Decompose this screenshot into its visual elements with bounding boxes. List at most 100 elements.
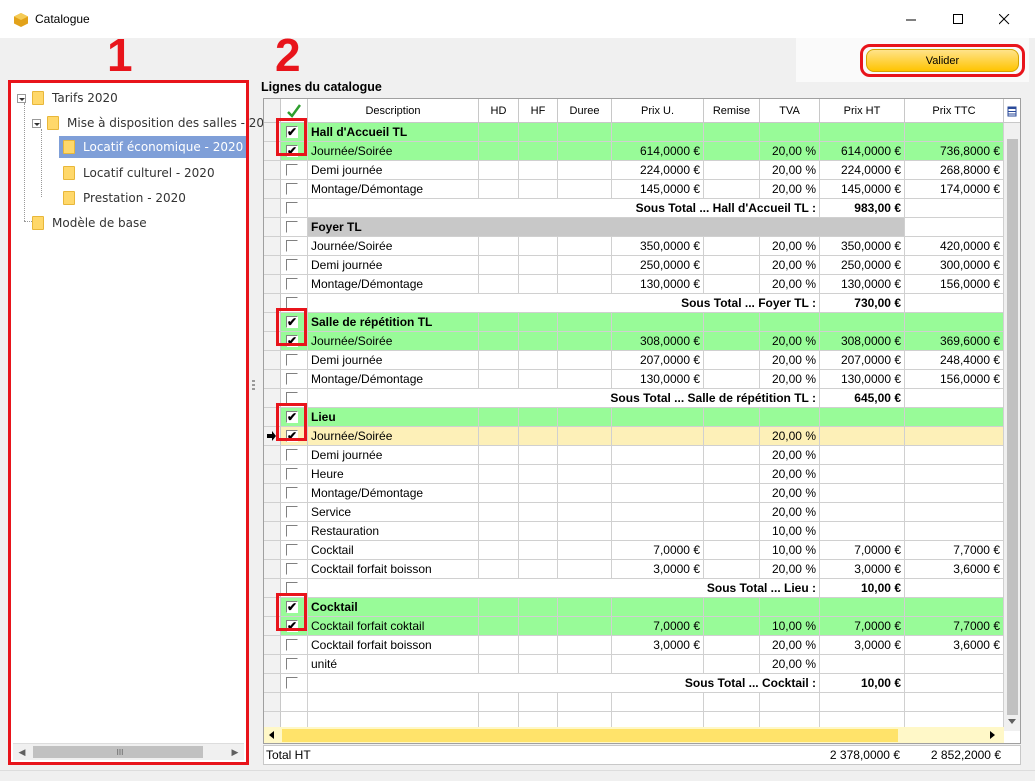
cell-remise[interactable]: [704, 275, 760, 294]
cell-prix-u[interactable]: [612, 408, 704, 427]
checkbox-cell[interactable]: [281, 655, 308, 674]
cell-tva[interactable]: 20,00 %: [760, 351, 820, 370]
cell-hf[interactable]: [519, 503, 558, 522]
cell-prix-ttc[interactable]: [905, 427, 1004, 446]
column-header-remise[interactable]: Remise: [704, 99, 760, 123]
row-selector[interactable]: [264, 294, 281, 313]
row-selector[interactable]: [264, 579, 281, 598]
cell-tva[interactable]: 20,00 %: [760, 465, 820, 484]
row-checkbox[interactable]: [286, 183, 299, 196]
cell-prix-u[interactable]: [612, 427, 704, 446]
cell-tva[interactable]: [760, 313, 820, 332]
cell-prix-ttc[interactable]: 248,4000 €: [905, 351, 1004, 370]
cell-tva[interactable]: 20,00 %: [760, 237, 820, 256]
cell-tva[interactable]: 20,00 %: [760, 484, 820, 503]
row-selector[interactable]: [264, 503, 281, 522]
row-checkbox[interactable]: [286, 677, 299, 690]
cell-prix-ht[interactable]: 614,0000 €: [820, 142, 905, 161]
cell-prix-ttc[interactable]: [905, 123, 1004, 142]
cell-hd[interactable]: [479, 598, 519, 617]
cell-hd[interactable]: [479, 655, 519, 674]
cell-prix-ttc[interactable]: 268,8000 €: [905, 161, 1004, 180]
cell-desc[interactable]: Lieu: [308, 408, 479, 427]
cell-prix-ttc[interactable]: [905, 598, 1004, 617]
scroll-left-icon[interactable]: [269, 731, 275, 740]
cell-tva[interactable]: 20,00 %: [760, 142, 820, 161]
row-checkbox[interactable]: [286, 658, 299, 671]
table-row[interactable]: Restauration 10,00 %: [264, 522, 1004, 541]
cell-prix-ht[interactable]: [820, 503, 905, 522]
panel-splitter[interactable]: [252, 380, 256, 400]
cell-prix-ttc[interactable]: 736,8000 €: [905, 142, 1004, 161]
minimize-button[interactable]: [888, 4, 934, 34]
row-selector[interactable]: [264, 522, 281, 541]
column-chooser-button[interactable]: [1004, 99, 1020, 123]
cell-hf[interactable]: [519, 617, 558, 636]
cell-prix-u[interactable]: [612, 522, 704, 541]
cell-tva[interactable]: [760, 123, 820, 142]
checkbox-cell[interactable]: ✔: [281, 142, 308, 161]
cell-desc[interactable]: Demi journée: [308, 351, 479, 370]
row-selector[interactable]: [264, 465, 281, 484]
row-checkbox[interactable]: ✔: [286, 410, 299, 424]
checkbox-cell[interactable]: [281, 161, 308, 180]
cell-prix-ttc[interactable]: [905, 313, 1004, 332]
cell-hf[interactable]: [519, 484, 558, 503]
cell-desc[interactable]: Cocktail forfait boisson: [308, 560, 479, 579]
cell-duree[interactable]: [558, 275, 612, 294]
row-selector[interactable]: [264, 199, 281, 218]
cell-remise[interactable]: [704, 161, 760, 180]
cell-hf[interactable]: [519, 598, 558, 617]
cell-prix-u[interactable]: [612, 484, 704, 503]
checkbox-cell[interactable]: [281, 446, 308, 465]
cell-hd[interactable]: [479, 180, 519, 199]
close-button[interactable]: [981, 4, 1027, 34]
checkbox-cell[interactable]: [281, 294, 308, 313]
group-row[interactable]: ✔ Cocktail: [264, 598, 1004, 617]
table-row[interactable]: ✔ Journée/Soirée 614,0000 €20,00 % 614,0000…: [264, 142, 1004, 161]
cell-prix-ht[interactable]: 145,0000 €: [820, 180, 905, 199]
cell-hf[interactable]: [519, 522, 558, 541]
table-row[interactable]: ✔ Journée/Soirée 308,0000 €20,00 % 308,0000…: [264, 332, 1004, 351]
row-selector[interactable]: [264, 218, 281, 237]
cell-hf[interactable]: [519, 332, 558, 351]
cell-duree[interactable]: [558, 503, 612, 522]
cell-hf[interactable]: [519, 161, 558, 180]
cell-hf[interactable]: [519, 123, 558, 142]
group-row[interactable]: ✔ Hall d'Accueil TL: [264, 123, 1004, 142]
checkbox-cell[interactable]: [281, 674, 308, 693]
cell-remise[interactable]: [704, 180, 760, 199]
cell-prix-ht[interactable]: 130,0000 €: [820, 275, 905, 294]
cell-desc[interactable]: Journée/Soirée: [308, 142, 479, 161]
cell-prix-ht[interactable]: [820, 123, 905, 142]
table-row[interactable]: Heure 20,00 %: [264, 465, 1004, 484]
cell-prix-ht[interactable]: [820, 446, 905, 465]
cell-prix-u[interactable]: [612, 465, 704, 484]
cell-desc[interactable]: Montage/Démontage: [308, 180, 479, 199]
table-row[interactable]: Demi journée 250,0000 €20,00 % 250,0000 €3…: [264, 256, 1004, 275]
cell-desc[interactable]: Demi journée: [308, 446, 479, 465]
column-header-hf[interactable]: HF: [519, 99, 558, 123]
cell-hd[interactable]: [479, 522, 519, 541]
row-selector[interactable]: [264, 180, 281, 199]
cell-prix-u[interactable]: 145,0000 €: [612, 180, 704, 199]
checkbox-cell[interactable]: [281, 389, 308, 408]
row-selector[interactable]: [264, 313, 281, 332]
cell-tva[interactable]: 20,00 %: [760, 180, 820, 199]
checkbox-cell[interactable]: ✔: [281, 332, 308, 351]
cell-prix-ttc[interactable]: [905, 484, 1004, 503]
row-checkbox[interactable]: [286, 297, 299, 310]
cell-duree[interactable]: [558, 522, 612, 541]
checkbox-cell[interactable]: [281, 180, 308, 199]
row-selector[interactable]: [264, 617, 281, 636]
cell-tva[interactable]: [760, 408, 820, 427]
cell-prix-ttc[interactable]: [905, 522, 1004, 541]
checkbox-cell[interactable]: ✔: [281, 123, 308, 142]
row-checkbox[interactable]: [286, 487, 299, 500]
cell-remise[interactable]: [704, 465, 760, 484]
cell-hf[interactable]: [519, 237, 558, 256]
row-checkbox[interactable]: ✔: [286, 619, 299, 633]
cell-hd[interactable]: [479, 636, 519, 655]
cell-desc[interactable]: Demi journée: [308, 256, 479, 275]
subtotal-row[interactable]: Sous Total ... Hall d'Accueil TL :983,00…: [264, 199, 1004, 218]
